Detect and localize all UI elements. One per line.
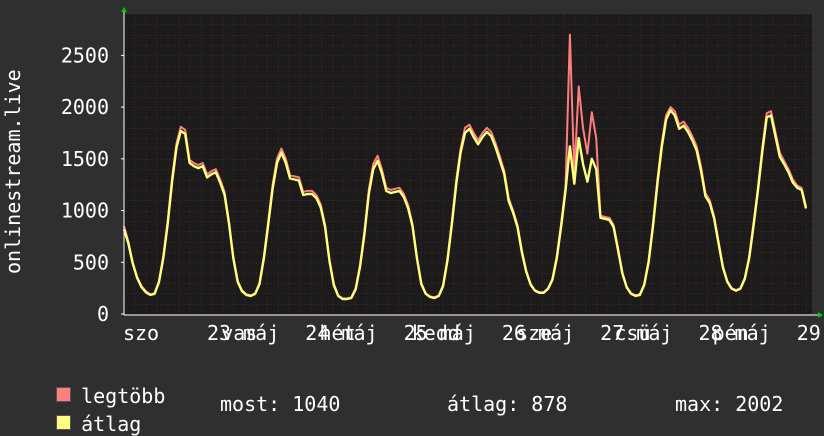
x-tick-label: 29 máj [797, 321, 824, 345]
x-tick-label: sze [516, 321, 552, 345]
x-tick-label: csü [614, 321, 650, 345]
x-tick-label: pén [713, 321, 749, 345]
legend-avg-swatch [56, 415, 72, 430]
stat-now: most: 1040 [220, 392, 341, 416]
x-tick-label: hét [320, 321, 356, 345]
y-tick-label: 0 [97, 302, 109, 326]
stat-max: max: 2002 [675, 392, 784, 416]
stat-avg: átlag: 878 [447, 392, 568, 416]
y-axis-label: onlinestream.live [1, 69, 25, 274]
y-tick-label: 1500 [61, 147, 109, 171]
plot-area [124, 14, 812, 314]
x-tick-labels: szo 23 májvas 24 májhét 25 májkedd 26 májsze… [123, 321, 824, 345]
legend-avg: átlag [32, 394, 141, 434]
y-tick-label: 1000 [61, 199, 109, 223]
y-axis-arrow [121, 7, 127, 12]
x-tick-label: kedd [412, 321, 460, 345]
x-tick-label: szo [123, 321, 159, 345]
y-tick-label: 2000 [61, 95, 109, 119]
x-axis-arrow [818, 312, 823, 318]
legend-avg-label: átlag [81, 412, 142, 436]
y-tick-label: 2500 [61, 43, 109, 67]
x-tick-label: vas [221, 321, 257, 345]
y-tick-labels: 0 500 1000 1500 2000 2500 [61, 43, 124, 326]
y-tick-label: 500 [73, 250, 109, 274]
